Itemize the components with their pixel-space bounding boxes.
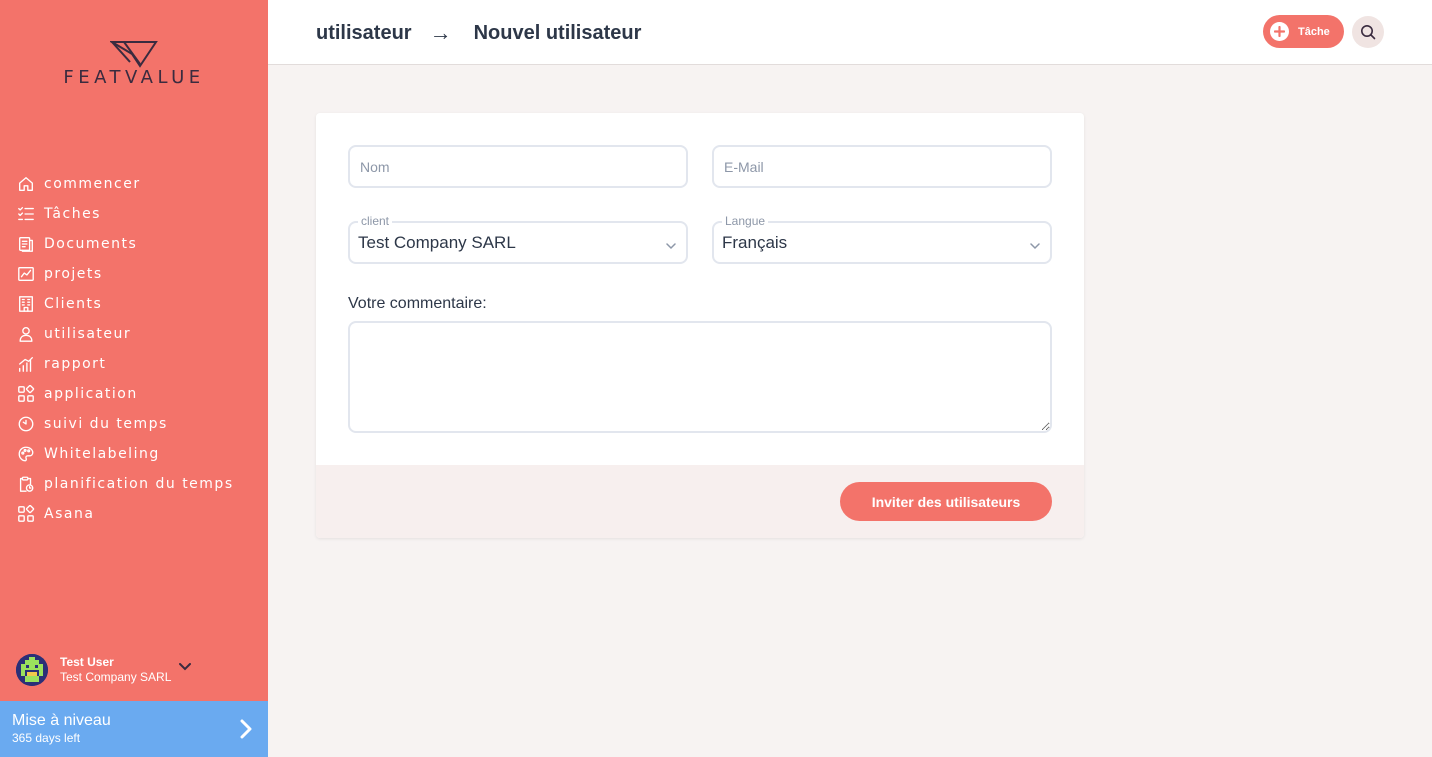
avatar bbox=[16, 654, 48, 686]
add-task-label: Tâche bbox=[1298, 25, 1330, 38]
user-icon bbox=[16, 324, 36, 344]
sidebar-item-planification-du-temps[interactable]: planification du temps bbox=[0, 469, 268, 499]
chevron-down-icon[interactable] bbox=[179, 658, 192, 676]
timer-icon bbox=[16, 414, 36, 434]
building-icon bbox=[16, 294, 36, 314]
client-select-label: client bbox=[358, 214, 393, 228]
breadcrumb-parent[interactable]: utilisateur bbox=[316, 22, 412, 45]
upgrade-title: Mise à niveau bbox=[12, 712, 111, 729]
pixel-avatar-icon bbox=[16, 654, 48, 686]
sidebar-nav: commencer Tâches Documents projets Clien… bbox=[0, 169, 268, 529]
sidebar-item-label: utilisateur bbox=[44, 326, 132, 342]
breadcrumb-separator: → bbox=[429, 20, 452, 45]
form-footer: Inviter des utilisateurs bbox=[316, 465, 1084, 538]
new-user-form: client Test Company SARL Langue Français… bbox=[316, 113, 1084, 538]
sidebar-item-documents[interactable]: Documents bbox=[0, 229, 268, 259]
chevron-down-icon bbox=[666, 237, 676, 255]
checklist-icon bbox=[16, 204, 36, 224]
email-field[interactable] bbox=[712, 145, 1052, 188]
documents-icon bbox=[16, 234, 36, 254]
chevron-right-icon bbox=[240, 719, 252, 744]
palette-icon bbox=[16, 444, 36, 464]
upgrade-days-left: 365 days left bbox=[12, 731, 81, 745]
top-header: utilisateur → Nouvel utilisateur Tâche bbox=[268, 0, 1432, 65]
sidebar-item-asana[interactable]: Asana bbox=[0, 499, 268, 529]
comment-textarea[interactable] bbox=[350, 323, 1050, 431]
search-icon bbox=[1361, 25, 1376, 40]
user-menu[interactable]: Test User Test Company SARL bbox=[16, 652, 256, 688]
comment-field[interactable] bbox=[348, 321, 1052, 433]
client-select[interactable]: client Test Company SARL bbox=[348, 214, 688, 264]
language-select-value: Français bbox=[722, 233, 788, 252]
logo-mark-icon bbox=[110, 41, 158, 68]
sidebar-item-rapport[interactable]: rapport bbox=[0, 349, 268, 379]
logo-text: FEATVALUE bbox=[63, 67, 205, 88]
clipboard-clock-icon bbox=[16, 474, 36, 494]
report-bars-icon bbox=[16, 354, 36, 374]
breadcrumb-current: Nouvel utilisateur bbox=[473, 21, 642, 44]
sidebar-item-projets[interactable]: projets bbox=[0, 259, 268, 289]
sidebar-item-commencer[interactable]: commencer bbox=[0, 169, 268, 199]
sidebar-item-label: suivi du temps bbox=[44, 416, 168, 432]
user-name: Test User bbox=[60, 655, 114, 669]
comment-label: Votre commentaire: bbox=[348, 295, 487, 312]
client-select-value: Test Company SARL bbox=[358, 233, 516, 252]
chevron-down-icon bbox=[1030, 237, 1040, 255]
home-icon bbox=[16, 174, 36, 194]
logo[interactable]: FEATVALUE bbox=[48, 40, 220, 88]
sidebar-item-label: Whitelabeling bbox=[44, 446, 160, 462]
sidebar-item-clients[interactable]: Clients bbox=[0, 289, 268, 319]
sidebar-item-label: application bbox=[44, 386, 138, 402]
sidebar: FEATVALUE commencer Tâches Documents pro… bbox=[0, 0, 268, 757]
sidebar-item-label: Tâches bbox=[44, 206, 101, 222]
apps-icon bbox=[16, 504, 36, 524]
sidebar-item-whitelabeling[interactable]: Whitelabeling bbox=[0, 439, 268, 469]
language-select[interactable]: Langue Français bbox=[712, 214, 1052, 264]
name-input[interactable] bbox=[350, 147, 686, 186]
user-info: Test User Test Company SARL bbox=[60, 655, 171, 685]
user-company: Test Company SARL bbox=[60, 670, 172, 684]
breadcrumb: utilisateur → Nouvel utilisateur bbox=[316, 20, 641, 46]
sidebar-item-utilisateur[interactable]: utilisateur bbox=[0, 319, 268, 349]
add-task-button[interactable]: Tâche bbox=[1263, 15, 1344, 48]
sidebar-item-label: Clients bbox=[44, 296, 103, 312]
invite-users-button[interactable]: Inviter des utilisateurs bbox=[840, 482, 1052, 521]
sidebar-item-suivi-du-temps[interactable]: suivi du temps bbox=[0, 409, 268, 439]
sidebar-item-label: projets bbox=[44, 266, 103, 282]
email-input[interactable] bbox=[714, 147, 1050, 186]
sidebar-item-label: commencer bbox=[44, 176, 141, 192]
search-button[interactable] bbox=[1352, 16, 1384, 48]
sidebar-item-application[interactable]: application bbox=[0, 379, 268, 409]
apps-icon bbox=[16, 384, 36, 404]
plus-icon bbox=[1270, 22, 1289, 41]
sidebar-item-label: rapport bbox=[44, 356, 107, 372]
sidebar-item-label: Asana bbox=[44, 506, 95, 522]
name-field[interactable] bbox=[348, 145, 688, 188]
sidebar-item-label: planification du temps bbox=[44, 476, 234, 492]
upgrade-banner[interactable]: Mise à niveau 365 days left bbox=[0, 701, 268, 757]
sidebar-item-taches[interactable]: Tâches bbox=[0, 199, 268, 229]
language-select-label: Langue bbox=[722, 214, 769, 228]
sidebar-item-label: Documents bbox=[44, 236, 138, 252]
chart-board-icon bbox=[16, 264, 36, 284]
